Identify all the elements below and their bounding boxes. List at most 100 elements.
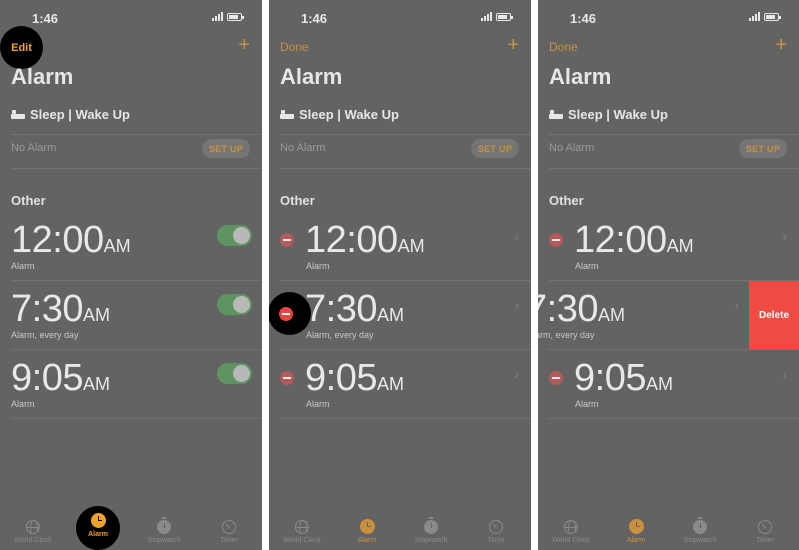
no-alarm-label: No Alarm <box>11 142 57 154</box>
globe-icon <box>26 520 40 534</box>
alarm-clock-icon <box>628 519 644 534</box>
tab-bar: World Clock Alarm Stopwatch Timer <box>538 506 799 550</box>
tab-timer[interactable]: Timer <box>735 520 795 544</box>
alarm-row[interactable]: 9:05AM Alarm › <box>538 357 799 425</box>
setup-button[interactable]: SET UP <box>739 139 787 158</box>
timer-icon <box>758 520 772 534</box>
status-icons <box>481 12 513 21</box>
bed-icon <box>280 110 294 119</box>
chevron-right-icon: › <box>734 297 739 313</box>
edit-button[interactable]: Edit <box>0 26 43 69</box>
section-header: Other <box>11 193 46 208</box>
tab-stopwatch[interactable]: Stopwatch <box>134 517 194 544</box>
status-time: 1:46 <box>570 11 597 26</box>
divider <box>11 349 262 350</box>
bed-icon <box>549 110 563 119</box>
divider <box>11 418 262 419</box>
minus-circle-icon[interactable] <box>549 371 563 385</box>
tab-stopwatch[interactable]: Stopwatch <box>401 517 461 544</box>
chevron-right-icon: › <box>514 366 519 382</box>
tab-alarm[interactable]: Alarm <box>337 519 397 544</box>
tab-alarm[interactable]: Alarm <box>76 506 120 550</box>
alarm-label: Alarm <box>575 261 599 271</box>
tab-alarm[interactable]: Alarm <box>606 519 666 544</box>
globe-icon <box>564 520 578 534</box>
tab-bar: World Clock Stopwatch Timer <box>0 506 262 550</box>
setup-button[interactable]: SET UP <box>471 139 519 158</box>
signal-icon <box>481 12 492 21</box>
battery-icon <box>227 13 244 21</box>
delete-toggle-button[interactable] <box>269 292 311 335</box>
alarm-row[interactable]: 12:00AM Alarm <box>0 219 262 287</box>
divider <box>280 418 531 419</box>
sleep-label: Sleep | Wake Up <box>30 107 130 122</box>
status-icons <box>212 12 244 21</box>
minus-circle-icon[interactable] <box>549 233 563 247</box>
chevron-right-icon: › <box>514 297 519 313</box>
alarm-time: 9:05AM <box>574 357 673 399</box>
chevron-right-icon: › <box>514 228 519 244</box>
alarm-time: 12:00AM <box>574 219 694 261</box>
tab-world-clock[interactable]: World Clock <box>3 520 63 544</box>
bed-icon <box>11 110 25 119</box>
alarm-row[interactable]: 9:05AM Alarm <box>0 357 262 425</box>
no-alarm-label: No Alarm <box>280 142 326 154</box>
setup-button[interactable]: SET UP <box>202 139 250 158</box>
alarm-time: 7:30AM <box>11 288 110 330</box>
alarm-row[interactable]: 7:30AM Alarm, every day <box>0 288 262 356</box>
tab-bar: World Clock Alarm Stopwatch Timer <box>269 506 531 550</box>
divider <box>11 168 262 169</box>
tab-world-clock[interactable]: World Clock <box>272 520 332 544</box>
alarm-time: 12:00AM <box>305 219 425 261</box>
tab-stopwatch[interactable]: Stopwatch <box>670 517 730 544</box>
section-header: Other <box>549 193 584 208</box>
divider <box>549 349 799 350</box>
alarm-time: 7:30AM <box>538 288 625 330</box>
done-button[interactable]: Done <box>280 40 309 54</box>
signal-icon <box>212 12 223 21</box>
divider <box>280 168 531 169</box>
alarm-time: 9:05AM <box>11 357 110 399</box>
tab-timer[interactable]: Timer <box>466 520 526 544</box>
globe-icon <box>295 520 309 534</box>
alarm-row[interactable]: 12:00AM Alarm › <box>269 219 531 287</box>
chevron-right-icon: › <box>782 366 787 382</box>
add-alarm-button[interactable]: + <box>507 34 519 57</box>
alarm-label: Alarm, every day <box>306 330 374 340</box>
minus-circle-icon[interactable] <box>280 371 294 385</box>
add-alarm-button[interactable]: + <box>238 34 250 57</box>
delete-button[interactable]: Delete <box>749 281 799 349</box>
done-button[interactable]: Done <box>549 40 578 54</box>
tab-world-clock[interactable]: World Clock <box>541 520 601 544</box>
minus-circle-icon[interactable] <box>280 233 294 247</box>
sleep-header: Sleep | Wake Up <box>549 107 668 122</box>
sleep-header: Sleep | Wake Up <box>11 107 130 122</box>
alarm-toggle[interactable] <box>217 294 252 315</box>
divider <box>549 168 799 169</box>
alarm-label: Alarm <box>11 261 35 271</box>
section-header: Other <box>280 193 315 208</box>
alarm-toggle[interactable] <box>217 363 252 384</box>
timer-icon <box>222 520 236 534</box>
alarm-row[interactable]: 12:00AM Alarm › <box>538 219 799 287</box>
add-alarm-button[interactable]: + <box>775 34 787 57</box>
page-title: Alarm <box>549 64 612 89</box>
tab-timer[interactable]: Timer <box>199 520 259 544</box>
timer-icon <box>489 520 503 534</box>
alarm-label: Alarm <box>306 399 330 409</box>
status-icons <box>749 12 781 21</box>
alarm-row[interactable]: 9:05AM Alarm › <box>269 357 531 425</box>
no-alarm-label: No Alarm <box>549 142 595 154</box>
alarm-toggle[interactable] <box>217 225 252 246</box>
divider <box>280 134 531 135</box>
status-time: 1:46 <box>32 11 59 26</box>
battery-icon <box>496 13 513 21</box>
alarm-screen-delete: 1:46 Done + Alarm Sleep | Wake Up No Ala… <box>538 0 799 550</box>
stopwatch-icon <box>424 517 438 534</box>
battery-icon <box>764 13 781 21</box>
chevron-right-icon: › <box>782 228 787 244</box>
divider <box>280 349 531 350</box>
alarm-time: 12:00AM <box>11 219 131 261</box>
alarm-clock-icon <box>359 519 375 534</box>
alarm-time: 9:05AM <box>305 357 404 399</box>
